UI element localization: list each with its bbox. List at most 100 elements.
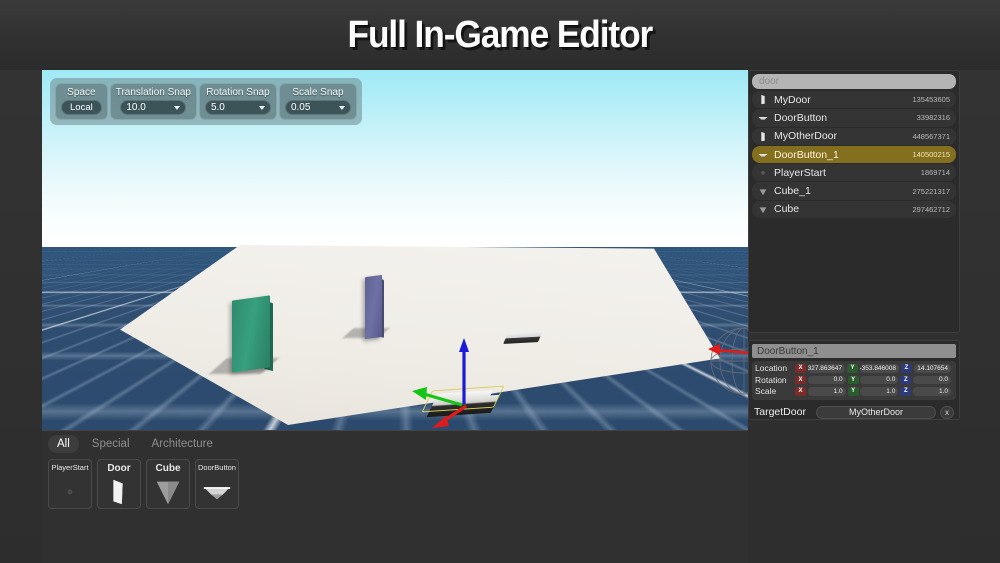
space-group: Space Local [55,83,108,120]
axis-y-chip: Y [848,376,859,385]
chevron-down-icon [339,106,345,110]
asset-card[interactable]: DoorButton [195,459,239,509]
category-tab[interactable]: All [48,435,79,453]
door-icon [756,130,770,143]
axis-z-chip: Z [900,387,911,396]
outliner-row-name: PlayerStart [774,167,921,179]
outliner-row[interactable]: DoorButton 33982316 [752,109,956,126]
rotation-snap-label: Rotation Snap [206,87,269,98]
outliner-row[interactable]: DoorButton_1 140500215 [752,146,956,163]
axis-z-chip: Z [900,376,911,385]
asset-palette: PlayerStart Door Cube DoorButton [42,455,748,513]
scene-outliner-panel: door MyDoor 135453605 DoorButton 33982316 My… [748,70,960,333]
button-icon [756,111,770,124]
player-icon [756,166,770,179]
green-door-object[interactable] [232,295,270,372]
viewport-snap-toolbar: Space Local Translation Snap 10.0 Rotati… [50,78,362,125]
target-door-value[interactable]: MyOtherDoor [816,406,936,419]
transform-z-input[interactable]: 1.0 [913,387,951,396]
transform-editor: Location X 327.863647 Y -353.846008 Z 14.10765… [752,361,956,400]
transform-z-input[interactable]: 14.107654 [914,364,952,373]
scale-snap-label: Scale Snap [292,87,343,98]
target-door-clear-button[interactable]: x [940,406,954,419]
title-bar: Full In-Game Editor [0,0,1000,70]
axis-x-chip: X [795,376,806,385]
outliner-row-name: DoorButton [774,112,917,124]
details-object-name: DoorButton_1 [752,344,956,358]
player-start-gizmo[interactable] [702,319,748,403]
asset-card[interactable]: Door [97,459,141,509]
outliner-row[interactable]: Cube 297462712 [752,201,956,218]
cube-icon [756,203,770,216]
purple-door-object[interactable] [365,275,382,339]
translation-snap-label: Translation Snap [116,87,191,98]
transform-x-input[interactable]: 0.0 [808,376,846,385]
transform-row: Rotation X 0.0 Y 0.0 Z 0.0 [755,375,953,386]
transform-gizmo[interactable] [402,332,522,428]
door-thumb [98,475,140,508]
translation-snap-group: Translation Snap 10.0 [110,83,197,120]
transform-y-input[interactable]: -353.846008 [860,364,900,373]
space-toggle-button[interactable]: Local [61,100,102,115]
axis-x-chip: X [795,364,806,373]
close-icon: x [945,408,949,417]
translation-snap-dropdown[interactable]: 10.0 [120,100,186,115]
outliner-row-id: 140500215 [912,150,950,159]
space-value: Local [70,102,93,113]
door-icon [756,93,770,106]
target-door-value-text: MyOtherDoor [849,407,903,417]
transform-row: Scale X 1.0 Y 1.0 Z 1.0 [755,386,953,397]
outliner-row-name: Cube [774,203,912,215]
3d-viewport[interactable]: Space Local Translation Snap 10.0 Rotati… [42,70,748,430]
asset-name: DoorButton [198,463,236,472]
asset-browser-panel: All Special Architecture PlayerStart Door Cu… [42,430,748,563]
transform-row-label: Scale [755,386,795,396]
outliner-search-text: door [759,76,779,87]
outliner-row-list: MyDoor 135453605 DoorButton 33982316 MyOther… [749,91,959,218]
target-door-label: TargetDoor [754,406,816,418]
outliner-row-id: 1869714 [921,168,950,177]
transform-x-input[interactable]: 1.0 [808,387,846,396]
outliner-search-input[interactable]: door [752,74,956,89]
right-panel-filler [748,424,960,563]
transform-row-label: Location [755,363,795,373]
axis-y-chip: Y [848,387,859,396]
scale-snap-value: 0.05 [291,102,310,113]
outliner-row-name: MyDoor [774,94,912,106]
category-tab[interactable]: Architecture [143,435,222,453]
details-panel: DoorButton_1 Location X 327.863647 Y -353.84… [748,340,960,420]
outliner-row[interactable]: PlayerStart 1869714 [752,164,956,181]
outliner-row-id: 275221317 [912,187,950,196]
outliner-row-id: 297462712 [912,205,950,214]
cube-thumb [147,475,189,508]
transform-y-input[interactable]: 0.0 [860,376,898,385]
door-button-thumb [196,472,238,508]
category-tabs: All Special Architecture [42,431,748,455]
rotation-snap-group: Rotation Snap 5.0 [199,83,277,120]
transform-row-label: Rotation [755,375,795,385]
category-tab[interactable]: Special [83,435,139,453]
transform-x-input[interactable]: 327.863647 [808,364,846,373]
asset-card[interactable]: PlayerStart [48,459,92,509]
outliner-row[interactable]: Cube_1 275221317 [752,182,956,199]
outliner-row[interactable]: MyOtherDoor 448567371 [752,128,956,145]
outliner-row-id: 448567371 [912,132,950,141]
outliner-row[interactable]: MyDoor 135453605 [752,91,956,108]
asset-name: Cube [156,463,181,475]
asset-card[interactable]: Cube [146,459,190,509]
axis-y-chip: Y [847,364,858,373]
scale-snap-group: Scale Snap 0.05 [279,83,357,120]
asset-name: PlayerStart [51,463,88,472]
rotation-snap-dropdown[interactable]: 5.0 [205,100,271,115]
outliner-row-id: 135453605 [912,95,950,104]
editor-window: Full In-Game Editor Space Local Translat… [0,0,1000,563]
asset-name: Door [107,463,130,475]
outliner-row-name: Cube_1 [774,185,912,197]
cube-icon [756,185,770,198]
axis-z-chip: Z [901,364,912,373]
scale-snap-dropdown[interactable]: 0.05 [285,100,351,115]
rotation-snap-value: 5.0 [211,102,225,113]
transform-z-input[interactable]: 0.0 [913,376,951,385]
transform-y-input[interactable]: 1.0 [860,387,898,396]
space-label: Space [67,87,95,98]
